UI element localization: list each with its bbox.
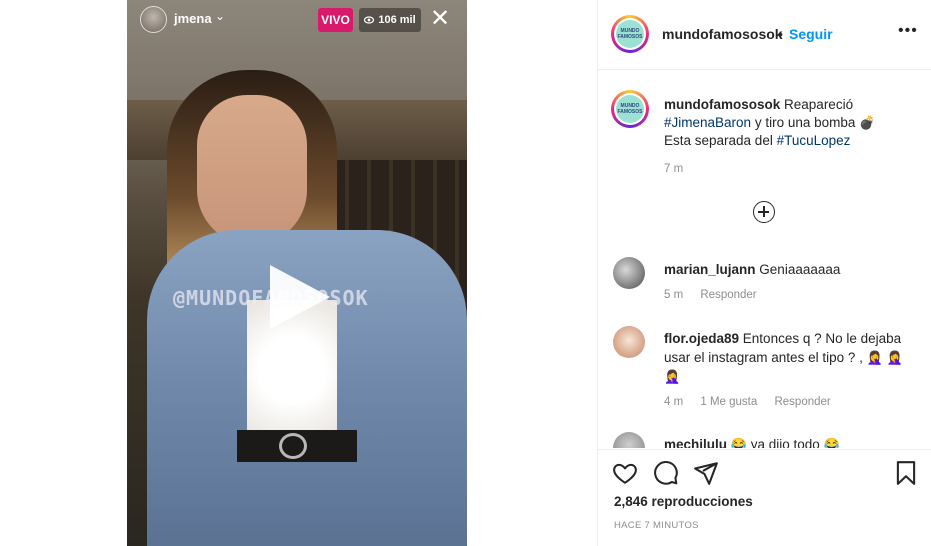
comment-username[interactable]: mechilulu (664, 437, 727, 448)
comment-text: flor.ojeda89 Entonces q ? No le dejaba u… (664, 329, 919, 386)
more-options-icon[interactable]: ••• (898, 22, 918, 40)
view-count[interactable]: 2,846 reproducciones (614, 494, 753, 509)
share-icon[interactable] (693, 460, 719, 486)
hashtag-tuculopez[interactable]: #TucuLopez (777, 133, 851, 148)
comment-likes[interactable]: 1 Me gusta (700, 396, 757, 408)
live-user-avatar[interactable] (140, 6, 167, 33)
post-header: MUNDO FAMOSOS mundofamososok • Seguir ••… (598, 0, 931, 70)
hashtag-jimenabaron[interactable]: #JimenaBaron (664, 115, 751, 130)
comment-text: marian_lujann Geniaaaaaaa (664, 260, 919, 279)
video-frame-person-face (197, 95, 307, 245)
commenter-avatar[interactable] (613, 432, 645, 448)
bookmark-icon[interactable] (893, 460, 919, 486)
page-background-left (0, 0, 127, 546)
account-avatar[interactable]: MUNDO FAMOSOS (611, 15, 649, 53)
live-topbar: jmena ⌄ VIVO 106 mil ✕ (127, 0, 467, 38)
caption-time: 7 m (664, 163, 684, 175)
comment-body: ya dijo todo (750, 437, 820, 448)
commenter-avatar[interactable] (613, 257, 645, 289)
eye-icon (364, 16, 375, 24)
viewer-count-badge: 106 mil (359, 8, 421, 32)
reply-button[interactable]: Responder (700, 289, 756, 301)
separator-dot: • (778, 26, 783, 42)
live-username[interactable]: jmena (174, 11, 212, 26)
caption-part2: y tiro una bomba (754, 115, 856, 130)
add-comment-icon[interactable] (753, 201, 775, 223)
caption-part1: Reapareció (784, 97, 854, 112)
post-side-panel: MUNDO FAMOSOS mundofamososok • Seguir ••… (597, 0, 931, 546)
facepalm-emoji: 🤦‍♀️ (664, 369, 681, 384)
facepalm-emoji: 🤦‍♀️ (886, 350, 903, 365)
comment-body: Geniaaaaaaa (759, 262, 841, 277)
viewer-count: 106 mil (378, 14, 416, 26)
comment-time: 5 m (664, 289, 684, 301)
post-actions: 2,846 reproducciones HACE 7 MINUTOS (598, 449, 931, 546)
reply-button[interactable]: Responder (774, 396, 830, 408)
video-frame-belt-buckle (279, 433, 307, 459)
account-username[interactable]: mundofamososok (662, 26, 783, 42)
caption-avatar[interactable]: MUNDO FAMOSOS (611, 90, 649, 128)
heart-icon[interactable] (612, 460, 638, 486)
post-timestamp: HACE 7 MINUTOS (614, 520, 699, 531)
comment-time: 4 m (664, 396, 684, 408)
laughing-emoji: 😂 (730, 437, 747, 448)
laughing-emoji: 😂 (823, 437, 840, 448)
bomb-emoji: 💣 (859, 115, 876, 130)
chevron-down-icon[interactable]: ⌄ (215, 9, 225, 23)
comment-icon[interactable] (653, 460, 679, 486)
commenter-avatar[interactable] (613, 326, 645, 358)
play-icon[interactable] (270, 265, 330, 329)
close-icon[interactable]: ✕ (430, 7, 450, 31)
page-background-gap (467, 0, 597, 546)
facepalm-emoji: 🤦‍♀️ (866, 350, 883, 365)
video-player[interactable]: @MUNDOFAMOSOSOK jmena ⌄ VIVO 106 mil ✕ (127, 0, 467, 546)
account-logo: MUNDO FAMOSOS (616, 20, 644, 48)
live-badge: VIVO (318, 8, 353, 32)
caption-text: mundofamososok Reapareció #JimenaBaron y… (664, 96, 919, 150)
caption-part3: Esta separada del (664, 133, 773, 148)
caption-author[interactable]: mundofamososok (664, 97, 780, 112)
comment-item: mechilulu 😂 ya dijo todo 😂 (598, 432, 931, 448)
caption-avatar-logo: MUNDO FAMOSOS (616, 95, 644, 123)
comment-username[interactable]: flor.ojeda89 (664, 331, 739, 346)
comment-username[interactable]: marian_lujann (664, 262, 756, 277)
comment-text: mechilulu 😂 ya dijo todo 😂 (664, 435, 919, 448)
comment-meta: 4 m 1 Me gusta Responder (664, 396, 845, 408)
comment-meta: 5 m Responder (664, 289, 771, 301)
follow-button[interactable]: Seguir (789, 26, 833, 42)
